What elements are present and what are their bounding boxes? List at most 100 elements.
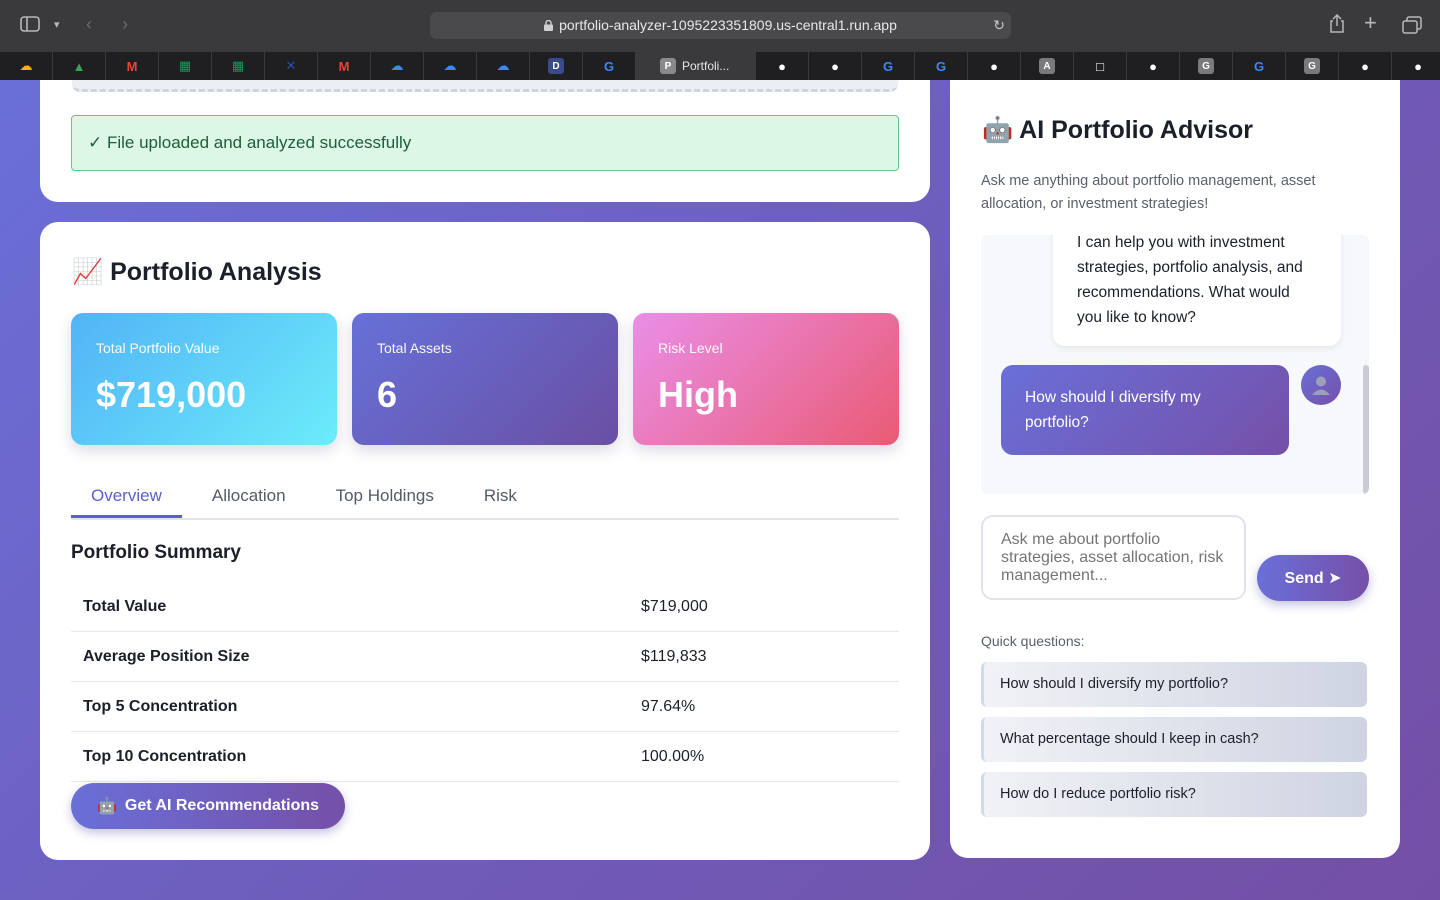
- row-key: Average Position Size: [83, 647, 250, 665]
- advisor-subtitle: Ask me anything about portfolio manageme…: [981, 173, 1316, 212]
- robot-icon: 🤖: [982, 116, 1014, 144]
- stat-card-total-assets: Total Assets 6: [352, 313, 618, 445]
- send-button[interactable]: Send ➤: [1257, 555, 1369, 601]
- active-tab-label: Portfoli...: [682, 59, 730, 73]
- table-row: Average Position Size $119,833: [71, 632, 899, 682]
- row-value: 100.00%: [641, 747, 705, 765]
- new-tab-icon[interactable]: +: [1364, 12, 1377, 34]
- tab-strip: ☁ ▲ M ▦ ▦ ✕ M ☁ ☁ ☁ D G P Portfoli... ● ● G G ● A □ ● G G G ● ●: [0, 52, 1440, 80]
- stat-value: High: [658, 374, 738, 415]
- bot-message: I can help you with investment strategie…: [1053, 235, 1341, 346]
- browser-tab[interactable]: ▦: [159, 52, 212, 80]
- chart-emoji-icon: 📈: [72, 258, 104, 286]
- g-icon: G: [1198, 58, 1214, 74]
- browser-tab[interactable]: G: [915, 52, 968, 80]
- browser-tab[interactable]: ●: [1127, 52, 1180, 80]
- url-text: portfolio-analyzer-1095223351809.us-cent…: [559, 17, 897, 33]
- github-icon: ●: [1361, 58, 1369, 74]
- a-icon: A: [1039, 58, 1055, 74]
- browser-tab[interactable]: G: [1180, 52, 1233, 80]
- x-icon: ✕: [285, 58, 297, 73]
- summary-table: Total Value $719,000 Average Position Si…: [71, 582, 899, 782]
- get-ai-recommendations-button[interactable]: 🤖 Get AI Recommendations: [71, 783, 345, 829]
- sidebar-toggle-icon[interactable]: [20, 16, 40, 36]
- tab-risk[interactable]: Risk: [464, 476, 537, 518]
- google-icon: G: [1253, 58, 1265, 74]
- browser-tab[interactable]: ☁: [371, 52, 424, 80]
- chevron-down-icon[interactable]: ▾: [54, 15, 60, 35]
- user-avatar-icon: [1301, 365, 1341, 405]
- browser-tab[interactable]: ✕: [265, 52, 318, 80]
- browser-tab[interactable]: G: [583, 52, 636, 80]
- browser-tab[interactable]: ●: [1392, 52, 1440, 80]
- browser-tab[interactable]: ▦: [212, 52, 265, 80]
- google-sheets-icon: ▦: [231, 58, 245, 73]
- browser-tab[interactable]: ●: [968, 52, 1021, 80]
- browser-tab[interactable]: ▲: [53, 52, 106, 80]
- browser-tab[interactable]: M: [318, 52, 371, 80]
- browser-tab[interactable]: G: [1233, 52, 1286, 80]
- analysis-title: 📈 Portfolio Analysis: [72, 258, 322, 287]
- tab-allocation[interactable]: Allocation: [192, 476, 306, 518]
- google-cloud-icon: ☁: [19, 58, 33, 73]
- g-icon: G: [1304, 58, 1320, 74]
- stat-value: 6: [377, 374, 398, 415]
- browser-tab[interactable]: ●: [1339, 52, 1392, 80]
- stat-card-total-value: Total Portfolio Value $719,000: [71, 313, 337, 445]
- gmail-icon: M: [126, 58, 138, 74]
- quick-question-button[interactable]: What percentage should I keep in cash?: [981, 717, 1367, 762]
- browser-tab[interactable]: ●: [756, 52, 809, 80]
- forward-icon[interactable]: ›: [122, 14, 128, 34]
- browser-tab[interactable]: ●: [809, 52, 862, 80]
- browser-tab[interactable]: ☁: [0, 52, 53, 80]
- tab-overview[interactable]: Overview: [71, 476, 182, 518]
- stat-value: $719,000: [96, 374, 247, 415]
- back-icon[interactable]: ‹: [86, 14, 92, 34]
- tab-top-holdings[interactable]: Top Holdings: [316, 476, 454, 518]
- browser-tab[interactable]: M: [106, 52, 159, 80]
- google-cloud-icon: ☁: [496, 58, 510, 73]
- portfolio-analysis-card: 📈 Portfolio Analysis Total Portfolio Val…: [40, 222, 930, 860]
- stat-card-risk-level: Risk Level High: [633, 313, 899, 445]
- table-row: Top 5 Concentration 97.64%: [71, 682, 899, 732]
- table-row: Top 10 Concentration 100.00%: [71, 732, 899, 782]
- github-icon: ●: [1149, 58, 1157, 74]
- chat-history[interactable]: I can help you with investment strategie…: [981, 235, 1369, 494]
- analysis-title-text: Portfolio Analysis: [110, 258, 322, 286]
- stat-label: Risk Level: [658, 340, 723, 356]
- browser-tab[interactable]: A: [1021, 52, 1074, 80]
- address-bar[interactable]: portfolio-analyzer-1095223351809.us-cent…: [430, 12, 1011, 39]
- google-cloud-icon: ☁: [390, 58, 404, 73]
- d-icon: D: [548, 58, 564, 74]
- github-icon: ●: [778, 58, 786, 74]
- google-cloud-icon: ☁: [443, 58, 457, 73]
- google-drive-icon: ▲: [72, 58, 86, 74]
- chat-scrollbar[interactable]: [1363, 365, 1369, 494]
- browser-tab[interactable]: ☁: [477, 52, 530, 80]
- summary-title: Portfolio Summary: [71, 542, 241, 563]
- reload-icon[interactable]: ↻: [993, 12, 1005, 39]
- quick-question-button[interactable]: How should I diversify my portfolio?: [981, 662, 1367, 707]
- google-sheets-icon: ▦: [178, 58, 192, 73]
- advisor-title-text: AI Portfolio Advisor: [1019, 116, 1253, 144]
- browser-tab[interactable]: G: [862, 52, 915, 80]
- quick-questions-label: Quick questions:: [981, 633, 1085, 649]
- quick-question-button[interactable]: How do I reduce portfolio risk?: [981, 772, 1367, 817]
- stat-label: Total Assets: [377, 340, 452, 356]
- browser-tab[interactable]: ☁: [424, 52, 477, 80]
- share-icon[interactable]: [1328, 13, 1346, 38]
- row-value: 97.64%: [641, 697, 696, 715]
- user-message: How should I diversify my portfolio?: [1001, 365, 1289, 455]
- lock-icon: [544, 13, 554, 31]
- chat-input[interactable]: [981, 515, 1246, 600]
- advisor-title: 🤖 AI Portfolio Advisor: [982, 116, 1253, 145]
- page-background: ✓ File uploaded and analyzed successfull…: [0, 80, 1440, 900]
- ai-button-label: Get AI Recommendations: [124, 797, 320, 814]
- upload-dropzone[interactable]: [72, 80, 898, 92]
- tab-active[interactable]: P Portfoli...: [636, 52, 756, 80]
- browser-tab[interactable]: □: [1074, 52, 1127, 80]
- tab-overview-icon[interactable]: [1402, 16, 1422, 38]
- github-icon: ●: [990, 58, 998, 74]
- browser-tab[interactable]: G: [1286, 52, 1339, 80]
- browser-tab[interactable]: D: [530, 52, 583, 80]
